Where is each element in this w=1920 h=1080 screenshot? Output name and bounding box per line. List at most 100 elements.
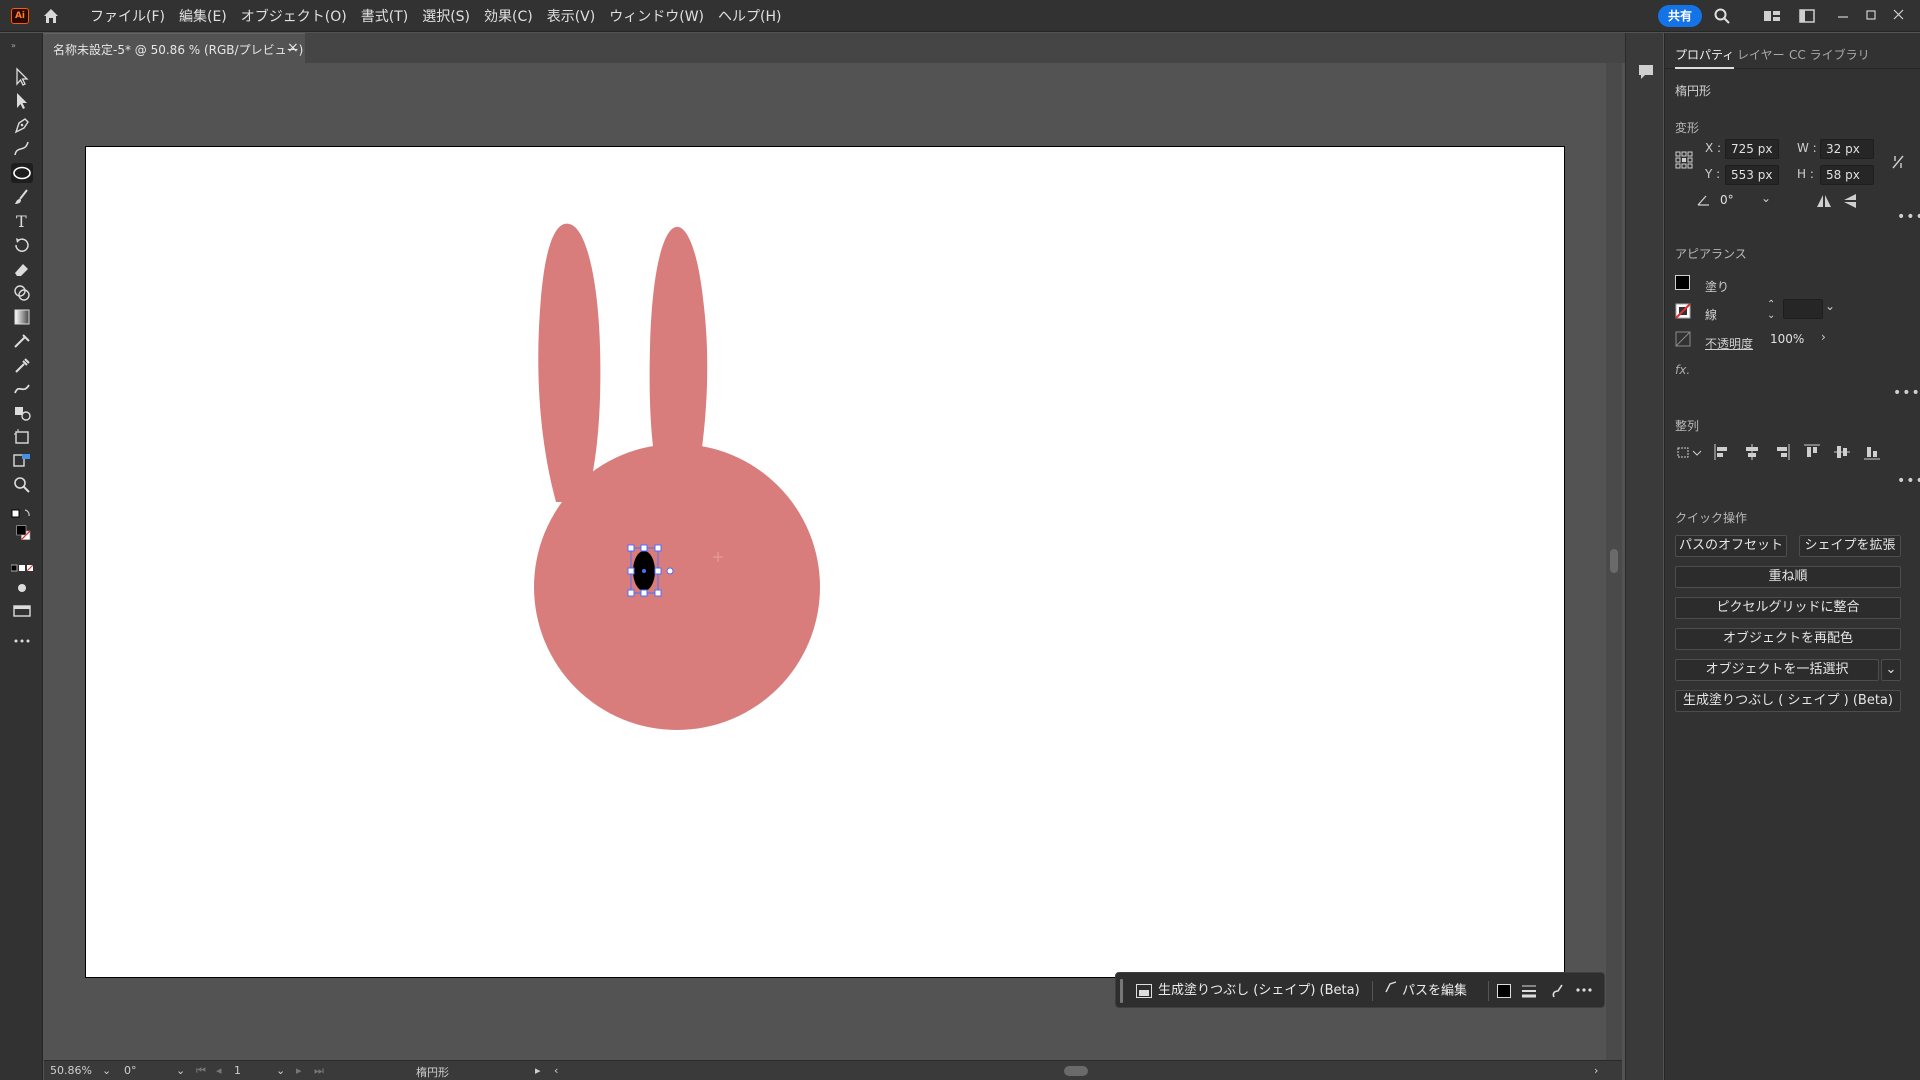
vertical-scrollbar[interactable] xyxy=(1606,63,1622,1062)
next-artboard-icon[interactable]: ▸ xyxy=(296,1064,302,1077)
zoom-level[interactable]: 50.86% xyxy=(50,1064,92,1077)
appearance-more-icon[interactable]: ••• xyxy=(1893,385,1920,401)
gradient-tool-icon[interactable] xyxy=(11,307,33,327)
menu-type[interactable]: 書式(T) xyxy=(361,6,408,26)
edit-path-button[interactable]: パスを編集 xyxy=(1378,978,1473,1004)
align-more-icon[interactable]: ••• xyxy=(1897,473,1920,489)
menu-select[interactable]: 選択(S) xyxy=(422,6,470,26)
stroke-label[interactable]: 線 xyxy=(1705,306,1717,323)
stroke-swatch-icon[interactable] xyxy=(1675,303,1693,321)
last-artboard-icon[interactable]: ⏭ xyxy=(314,1064,324,1078)
artboard-number[interactable]: 1 xyxy=(234,1064,241,1077)
fill-stroke-swatch-icon[interactable] xyxy=(11,523,33,553)
align-left-icon[interactable] xyxy=(1713,443,1731,461)
first-artboard-icon[interactable]: ⏮ xyxy=(196,1064,206,1078)
blend-tool-icon[interactable] xyxy=(11,379,33,399)
align-top-icon[interactable] xyxy=(1803,443,1821,461)
maximize-icon[interactable] xyxy=(1862,7,1880,25)
align-horizontal-center-icon[interactable] xyxy=(1743,443,1761,461)
align-to-selection-icon[interactable] xyxy=(1675,443,1703,461)
menu-effect[interactable]: 効果(C) xyxy=(484,6,533,26)
status-menu-arrow-icon[interactable]: ▸ xyxy=(535,1064,541,1077)
align-bottom-icon[interactable] xyxy=(1863,443,1881,461)
tab-layers[interactable]: レイヤー xyxy=(1737,45,1785,69)
menu-view[interactable]: 表示(V) xyxy=(547,6,596,26)
close-window-icon[interactable] xyxy=(1890,7,1908,25)
zoom-dropdown-icon[interactable]: ⌄ xyxy=(102,1064,111,1077)
artboard-tool-icon[interactable] xyxy=(11,427,33,447)
pen-tool-icon[interactable] xyxy=(11,115,33,135)
stroke-stepper-icon[interactable]: ⌃ ⌄ xyxy=(1767,299,1775,321)
fill-color-swatch[interactable] xyxy=(1497,984,1511,998)
document-tab[interactable]: 名称未設定-5* @ 50.86 % (RGB/プレビュー) × xyxy=(43,33,305,63)
horizontal-scrollbar-thumb[interactable] xyxy=(1064,1066,1088,1076)
tab-cc-libraries[interactable]: CC ライブラリ xyxy=(1789,45,1870,69)
minimize-icon[interactable] xyxy=(1834,7,1852,25)
symbol-sprayer-tool-icon[interactable] xyxy=(11,403,33,423)
menu-help[interactable]: ヘルプ(H) xyxy=(718,6,781,26)
slice-tool-icon[interactable] xyxy=(11,451,33,471)
drag-handle[interactable] xyxy=(1120,979,1123,1003)
recolor-artwork-button[interactable]: オブジェクトを再配色 xyxy=(1675,628,1901,650)
menu-object[interactable]: オブジェクト(O) xyxy=(241,6,347,26)
mesh-tool-icon[interactable] xyxy=(11,331,33,351)
tab-properties[interactable]: プロパティ xyxy=(1675,45,1735,69)
stroke-weight-dropdown-icon[interactable]: ⌄ xyxy=(1825,299,1835,313)
screen-mode-icon[interactable] xyxy=(11,601,33,621)
menu-edit[interactable]: 編集(E) xyxy=(179,6,227,26)
shape-builder-tool-icon[interactable] xyxy=(11,283,33,303)
angle-dropdown-icon[interactable]: ⌄ xyxy=(1761,191,1771,205)
h-input[interactable]: 58 px xyxy=(1820,165,1874,185)
transform-more-icon[interactable]: ••• xyxy=(1897,209,1920,225)
generative-fill-shape-button[interactable]: 生成塗りつぶし ( シェイプ ) (Beta) xyxy=(1675,690,1901,712)
align-right-icon[interactable] xyxy=(1773,443,1791,461)
previous-artboard-icon[interactable]: ◂ xyxy=(216,1064,222,1077)
default-fill-stroke-icon[interactable] xyxy=(11,505,33,519)
type-tool-icon[interactable]: T xyxy=(11,211,33,231)
fill-swatch[interactable] xyxy=(1675,275,1690,290)
opacity-arrow-icon[interactable]: › xyxy=(1821,330,1826,344)
rotate-angle-input[interactable]: 0° xyxy=(1715,191,1765,211)
edit-toolbar-icon[interactable] xyxy=(11,631,33,651)
rotate-tool-icon[interactable] xyxy=(11,235,33,255)
artboard-dropdown-icon[interactable]: ⌄ xyxy=(276,1064,285,1077)
draw-mode-icon[interactable] xyxy=(11,578,33,598)
arrange-documents-icon[interactable] xyxy=(1798,7,1816,25)
generative-fill-button[interactable]: 生成塗りつぶし (シェイプ) (Beta) xyxy=(1130,978,1366,1004)
arrange-button[interactable]: 重ね順 xyxy=(1675,566,1901,588)
y-input[interactable]: 553 px xyxy=(1725,165,1779,185)
share-button[interactable]: 共有 xyxy=(1658,5,1702,27)
eyedropper-tool-icon[interactable] xyxy=(11,355,33,375)
home-icon[interactable] xyxy=(42,7,60,25)
zoom-tool-icon[interactable] xyxy=(11,475,33,495)
select-same-button[interactable]: オブジェクトを一括選択 xyxy=(1675,659,1879,681)
canvas-area[interactable] xyxy=(44,63,1614,1062)
menu-window[interactable]: ウィンドウ(W) xyxy=(609,6,704,26)
comments-icon[interactable] xyxy=(1637,63,1655,85)
more-options-icon[interactable] xyxy=(1574,982,1594,1002)
color-mode-icons[interactable] xyxy=(10,559,34,572)
scroll-left-icon[interactable]: ‹ xyxy=(554,1064,558,1077)
artboard[interactable] xyxy=(85,146,1565,978)
curvature-tool-icon[interactable] xyxy=(11,139,33,159)
paintbrush-tool-icon[interactable] xyxy=(11,187,33,207)
fx-icon[interactable]: fx. xyxy=(1675,363,1690,377)
flip-horizontal-icon[interactable] xyxy=(1815,192,1833,210)
opacity-input[interactable]: 100% xyxy=(1765,330,1813,350)
rotation-dropdown-icon[interactable]: ⌄ xyxy=(176,1064,185,1077)
offset-path-button[interactable]: パスのオフセット xyxy=(1675,535,1787,557)
stroke-weight-input[interactable] xyxy=(1783,299,1823,319)
w-input[interactable]: 32 px xyxy=(1820,139,1874,159)
scroll-right-icon[interactable]: › xyxy=(1594,1064,1598,1077)
select-same-dropdown-icon[interactable]: ⌄ xyxy=(1881,659,1901,681)
menu-file[interactable]: ファイル(F) xyxy=(90,6,165,26)
workspace-switcher-icon[interactable] xyxy=(1763,7,1781,25)
opacity-label[interactable]: 不透明度 xyxy=(1705,335,1753,352)
collapse-toolbar-icon[interactable]: » xyxy=(11,35,33,50)
constrain-proportions-icon[interactable] xyxy=(1889,153,1907,171)
align-vertical-center-icon[interactable] xyxy=(1833,443,1851,461)
selection-tool-icon[interactable] xyxy=(11,67,33,87)
close-tab-icon[interactable]: × xyxy=(287,40,299,56)
stroke-weight-icon[interactable] xyxy=(1521,983,1537,1003)
rotation-value[interactable]: 0° xyxy=(124,1064,137,1077)
